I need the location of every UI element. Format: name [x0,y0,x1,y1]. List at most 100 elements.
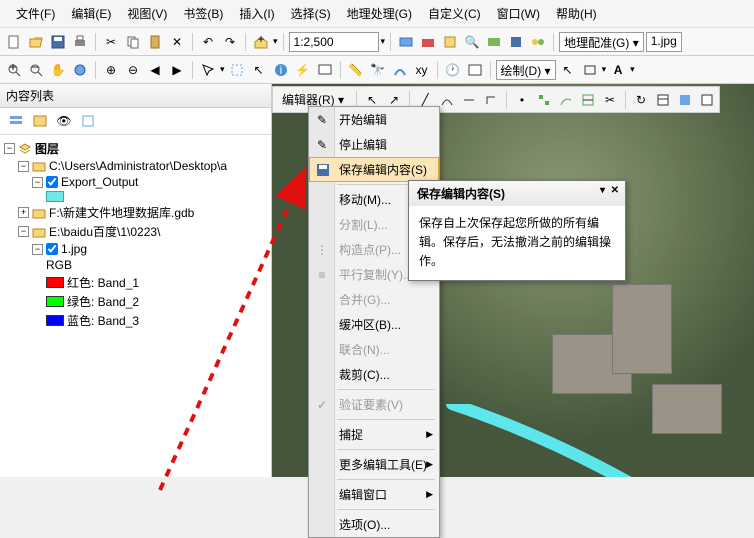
tree-folder-baidu[interactable]: −E:\baidu百度\1\0223\ [4,222,267,241]
validate-icon: ✓ [314,397,330,413]
trace-icon[interactable] [459,90,479,110]
save-icon[interactable] [48,32,68,52]
find-route-icon[interactable] [390,60,410,80]
model-icon[interactable] [528,32,548,52]
identify-icon[interactable]: i [271,60,291,80]
menu-insert[interactable]: 插入(I) [231,2,282,25]
redo-icon[interactable]: ↷ [220,32,240,52]
menu-file[interactable]: 文件(F) [8,2,63,25]
pan-icon[interactable]: ✋ [48,60,68,80]
tree-rgb-label: RGB [4,257,267,273]
text-tool-icon[interactable]: A [608,60,628,80]
menu-help[interactable]: 帮助(H) [548,2,605,25]
list-by-drawing-icon[interactable] [6,111,26,131]
draw-dropdown[interactable]: 绘制(D) ▾ [496,60,556,80]
menu-view[interactable]: 视图(V) [119,2,175,25]
cut-polygon-icon[interactable] [578,90,598,110]
georef-dropdown[interactable]: 地理配准(G) ▾ [559,32,644,52]
point-icon[interactable]: • [512,90,532,110]
close-icon[interactable]: ✕ [611,185,619,196]
time-slider-icon[interactable]: 🕐 [443,60,463,80]
cm-more-tools[interactable]: 更多编辑工具(E)▶ [309,452,439,477]
menu-edit[interactable]: 编辑(E) [63,2,119,25]
hyperlink-icon[interactable]: ⚡ [293,60,313,80]
layer-checkbox[interactable] [46,243,58,255]
list-by-visibility-icon[interactable]: 👁 [54,111,74,131]
cm-snapping[interactable]: 捕捉▶ [309,422,439,447]
cm-edit-windows[interactable]: 编辑窗口▶ [309,482,439,507]
svg-text:i: i [279,63,282,77]
prev-extent-icon[interactable]: ◀ [145,60,165,80]
undo-icon[interactable]: ↶ [198,32,218,52]
svg-text:+: + [9,62,16,74]
search-icon[interactable]: 🔍 [462,32,482,52]
cm-start-editing[interactable]: ✎开始编辑 [309,107,439,132]
zoom-out-icon[interactable]: − [26,60,46,80]
tree-layer-jpg[interactable]: −1.jpg [4,241,267,257]
clear-selection-icon[interactable] [227,60,247,80]
editor-toolbar-icon[interactable] [396,32,416,52]
delete-icon[interactable]: ✕ [167,32,187,52]
split-tool-icon[interactable]: ✂ [600,90,620,110]
measure-icon[interactable]: 📏 [346,60,366,80]
draw-rect-icon[interactable] [580,60,600,80]
goto-xy-icon[interactable]: xy [412,60,432,80]
viewer-icon[interactable] [465,60,485,80]
cm-stop-editing[interactable]: ✎停止编辑 [309,132,439,157]
sketch-props-icon[interactable] [675,90,695,110]
arc-segment-icon[interactable] [437,90,457,110]
cm-options[interactable]: 选项(O)... [309,512,439,537]
submenu-arrow-icon: ▶ [426,429,433,440]
cut-icon[interactable]: ✂ [101,32,121,52]
menu-bookmark[interactable]: 书签(B) [175,2,231,25]
scale-input[interactable] [289,32,379,52]
arccatalog-icon[interactable] [484,32,504,52]
full-extent-icon[interactable] [70,60,90,80]
cm-merge: 合并(G)... [309,287,439,312]
new-icon[interactable] [4,32,24,52]
menu-select[interactable]: 选择(S) [283,2,339,25]
georef-layer[interactable]: 1.jpg [646,32,682,52]
tree-layer-export[interactable]: −Export_Output [4,174,267,190]
tree-folder-desktop[interactable]: −C:\Users\Administrator\Desktop\a [4,158,267,174]
edit-vertices-icon[interactable] [534,90,554,110]
menu-geoprocessing[interactable]: 地理处理(G) [339,2,420,25]
create-features-icon[interactable] [697,90,717,110]
cm-clip[interactable]: 裁剪(C)... [309,362,439,387]
cm-buffer[interactable]: 缓冲区(B)... [309,312,439,337]
pin-icon[interactable]: ▾ [600,185,605,196]
menu-window[interactable]: 窗口(W) [489,2,548,25]
zoom-in-icon[interactable]: + [4,60,24,80]
print-icon[interactable] [70,32,90,52]
draw-arrow-icon[interactable]: ↖ [558,60,578,80]
html-popup-icon[interactable] [315,60,335,80]
list-by-source-icon[interactable] [30,111,50,131]
paste-icon[interactable] [145,32,165,52]
menubar: 文件(F) 编辑(E) 视图(V) 书签(B) 插入(I) 选择(S) 地理处理… [0,0,754,28]
layer-checkbox[interactable] [46,176,58,188]
python-icon[interactable] [506,32,526,52]
tree-folder-gdb[interactable]: +F:\新建文件地理数据库.gdb [4,203,267,222]
reshape-icon[interactable] [556,90,576,110]
menu-customize[interactable]: 自定义(C) [420,2,489,25]
catalog-icon[interactable] [440,32,460,52]
list-by-selection-icon[interactable] [78,111,98,131]
toolbox-icon[interactable] [418,32,438,52]
right-angle-icon[interactable] [481,90,501,110]
fixed-zoomin-icon[interactable]: ⊕ [101,60,121,80]
tree-root[interactable]: −图层 [4,139,267,158]
cm-save-edits[interactable]: 保存编辑内容(S) [309,157,439,182]
attributes-icon[interactable] [653,90,673,110]
select-icon[interactable] [198,60,218,80]
rotate-icon[interactable]: ↻ [631,90,651,110]
find-icon[interactable]: 🔭 [368,60,388,80]
select-arrow-icon[interactable]: ↖ [249,60,269,80]
tree-symbol-export [4,190,267,203]
next-extent-icon[interactable]: ▶ [167,60,187,80]
copy-icon[interactable] [123,32,143,52]
open-icon[interactable] [26,32,46,52]
add-data-icon[interactable]: + [251,32,271,52]
toolbar-standard: ✂ ✕ ↶ ↷ + ▾ ▾ 🔍 地理配准(G) ▾ 1.jpg [0,28,754,56]
fixed-zoomout-icon[interactable]: ⊖ [123,60,143,80]
pencil-icon: ✎ [314,112,330,128]
